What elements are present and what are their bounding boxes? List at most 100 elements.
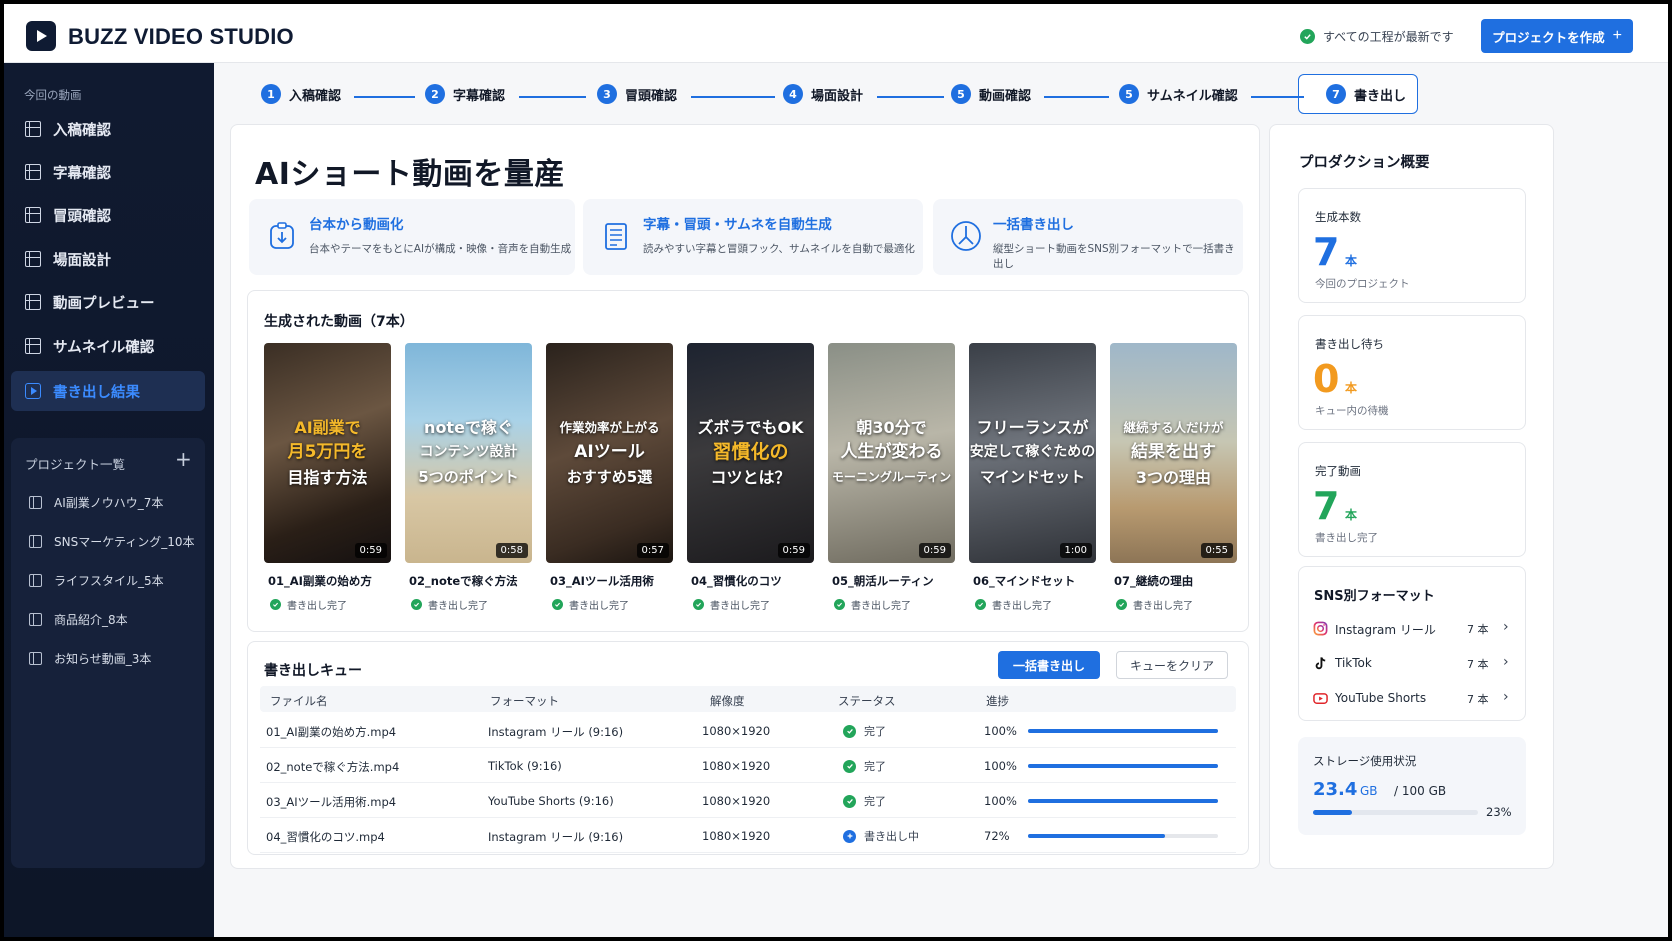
- video-name: 04_習慣化のコツ: [691, 574, 782, 588]
- step-label: 入稿確認: [289, 88, 342, 104]
- check-circle-icon: [693, 599, 704, 610]
- stat-sub: 書き出し完了: [1315, 532, 1378, 544]
- create-project-label: プロジェクトを作成: [1492, 30, 1605, 45]
- step-label: 場面設計: [811, 88, 864, 104]
- status-text: 完了: [864, 795, 886, 808]
- step-6[interactable]: 5 サムネイル確認: [1119, 84, 1238, 104]
- video-thumbnail[interactable]: 継続する人だけが 結果を出す 3つの理由 0:55: [1110, 343, 1237, 563]
- add-project-button[interactable]: +: [175, 449, 192, 469]
- sns-format-row[interactable]: Instagram リール 7 本 ›: [1313, 619, 1513, 639]
- caption-line: 結果を出す: [1131, 442, 1216, 462]
- cell-format: TikTok (9:16): [488, 759, 562, 773]
- video-thumbnail[interactable]: 作業効率が上がる AIツール おすすめ5選 0:57: [546, 343, 673, 563]
- project-item[interactable]: SNSマーケティング_10本: [29, 533, 195, 550]
- sns-count: 7 本: [1467, 693, 1489, 706]
- step-number: 7: [1326, 84, 1346, 104]
- sns-count: 7 本: [1467, 658, 1489, 671]
- project-item[interactable]: AI副業ノウハウ_7本: [29, 494, 163, 511]
- thumbnail-caption: 朝30分で 人生が変わる モーニングルーティン: [828, 415, 955, 490]
- storage-total: / 100 GB: [1394, 784, 1447, 798]
- step-number: 4: [783, 84, 803, 104]
- cell-progress: 100%: [984, 759, 1017, 773]
- step-7[interactable]: 7 書き出し: [1326, 84, 1406, 104]
- project-list-panel: プロジェクト一覧 + AI副業ノウハウ_7本 SNSマーケティング_10本 ライフス…: [11, 438, 205, 868]
- table-row[interactable]: 03_AIツール活用術.mp4 YouTube Shorts (9:16) 1080…: [260, 783, 1236, 818]
- step-3[interactable]: 3 冒頭確認: [597, 84, 677, 104]
- caption-line: 安定して稼ぐための: [969, 444, 1096, 460]
- project-item[interactable]: お知らせ動画_3本: [29, 650, 151, 667]
- video-duration: 1:00: [1059, 543, 1092, 558]
- film-icon: [29, 496, 42, 509]
- caption-line: 朝30分で: [856, 418, 927, 437]
- sidebar-item-4[interactable]: 場面設計: [11, 239, 205, 279]
- sidebar-item-1[interactable]: 入稿確認: [11, 109, 205, 149]
- export-all-button[interactable]: 一括書き出し: [998, 651, 1100, 679]
- sns-format-row[interactable]: YouTube Shorts 7 本 ›: [1313, 689, 1513, 709]
- step-connector: [877, 96, 944, 98]
- project-item[interactable]: ライフスタイル_5本: [29, 572, 164, 589]
- feature-card-2: 字幕・冒頭・サムネを自動生成読みやすい字幕と冒頭フック、サムネイルを自動で最適化: [583, 199, 923, 275]
- video-duration: 0:59: [918, 543, 951, 558]
- film-icon: [25, 164, 41, 180]
- status-text: 完了: [864, 725, 886, 738]
- chevron-right-icon: ›: [1503, 619, 1509, 635]
- table-row[interactable]: 01_AI副業の始め方.mp4 Instagram リール (9:16) 1080×…: [260, 713, 1236, 748]
- check-circle-icon: [843, 759, 856, 773]
- sync-status-text: すべての工程が最新です: [1323, 30, 1454, 44]
- sidebar-item-3[interactable]: 冒頭確認: [11, 195, 205, 235]
- project-item-label: ライフスタイル_5本: [54, 574, 164, 588]
- cell-progress: 72%: [984, 829, 1010, 843]
- step-4[interactable]: 4 場面設計: [783, 84, 863, 104]
- video-duration: 0:59: [777, 543, 810, 558]
- storage-panel: ストレージ使用状況 23.4 GB / 100 GB 23%: [1298, 737, 1526, 835]
- project-item[interactable]: 商品紹介_8本: [29, 611, 128, 628]
- youtube-icon: [1313, 691, 1328, 706]
- video-thumbnail[interactable]: AI副業で 月5万円を 目指す方法 0:59: [264, 343, 391, 563]
- app-window: BUZZ VIDEO STUDIO すべての工程が最新です プロジェクトを作成 …: [4, 4, 1668, 937]
- step-2[interactable]: 2 字幕確認: [425, 84, 505, 104]
- video-thumbnail[interactable]: noteで稼ぐ コンテンツ設計 5つのポイント 0:58: [405, 343, 532, 563]
- share-arrows-icon: [949, 219, 983, 253]
- progress-bar-fill: [1028, 729, 1218, 733]
- feature-card-1: 台本から動画化 台本やテーマをもとにAIが構成・映像・音声を自動生成: [249, 199, 575, 275]
- thumbnail-caption: 継続する人だけが 結果を出す 3つの理由: [1110, 415, 1237, 490]
- caption-line: フリーランスが: [976, 418, 1089, 437]
- feature-title: 台本から動画化: [309, 217, 404, 233]
- step-5[interactable]: 5 動画確認: [951, 84, 1031, 104]
- step-number: 3: [597, 84, 617, 104]
- clear-queue-button[interactable]: キューをクリア: [1116, 651, 1228, 679]
- sns-format-row[interactable]: TikTok 7 本 ›: [1313, 654, 1513, 674]
- table-row[interactable]: 04_習慣化のコツ.mp4 Instagram リール (9:16) 1080×19…: [260, 818, 1236, 853]
- video-thumbnail[interactable]: 朝30分で 人生が変わる モーニングルーティン 0:59: [828, 343, 955, 563]
- caption-line: 継続する人だけが: [1123, 420, 1224, 435]
- film-icon: [25, 251, 41, 267]
- stat-card: 完了動画 7 本書き出し完了: [1298, 442, 1526, 557]
- step-label: サムネイル確認: [1147, 88, 1238, 104]
- video-duration: 0:57: [636, 543, 669, 558]
- storage-bar: [1313, 810, 1478, 815]
- col-status: ステータス: [838, 694, 896, 708]
- create-project-button[interactable]: プロジェクトを作成 +: [1481, 19, 1633, 53]
- feature-desc: 読みやすい字幕と冒頭フック、サムネイルを自動で最適化: [643, 243, 915, 255]
- video-status-text: 書き出し完了: [1133, 601, 1193, 612]
- stat-value: 0: [1313, 357, 1340, 401]
- stat-card: 書き出し待ち 0 本キュー内の待機: [1298, 315, 1526, 430]
- sidebar-item-6[interactable]: サムネイル確認: [11, 326, 205, 366]
- step-connector: [691, 96, 775, 98]
- video-status-text: 書き出し完了: [569, 601, 629, 612]
- sidebar-item-5[interactable]: 動画プレビュー: [11, 282, 205, 322]
- progress-bar-fill: [1028, 834, 1165, 838]
- step-1[interactable]: 1 入稿確認: [261, 84, 341, 104]
- video-thumbnail[interactable]: ズボラでもOK 習慣化の コツとは？ 0:59: [687, 343, 814, 563]
- feature-title: 字幕・冒頭・サムネを自動生成: [643, 217, 832, 233]
- cell-status: 書き出し中: [843, 828, 919, 844]
- check-circle-icon: [552, 599, 563, 610]
- step-number: 1: [261, 84, 281, 104]
- feature-card-3: 一括書き出し 縦型ショート動画をSNS別フォーマットで一括書き出し: [933, 199, 1243, 275]
- top-header: BUZZ VIDEO STUDIO すべての工程が最新です プロジェクトを作成 …: [4, 4, 1668, 63]
- video-thumbnail[interactable]: フリーランスが 安定して稼ぐための マインドセット 1:00: [969, 343, 1096, 563]
- table-row[interactable]: 02_noteで稼ぐ方法.mp4 TikTok (9:16) 1080×1920 完了…: [260, 748, 1236, 783]
- sidebar-item-2[interactable]: 字幕確認: [11, 152, 205, 192]
- sidebar-item-7[interactable]: 書き出し結果: [11, 371, 205, 411]
- stat-value: 7: [1313, 230, 1340, 274]
